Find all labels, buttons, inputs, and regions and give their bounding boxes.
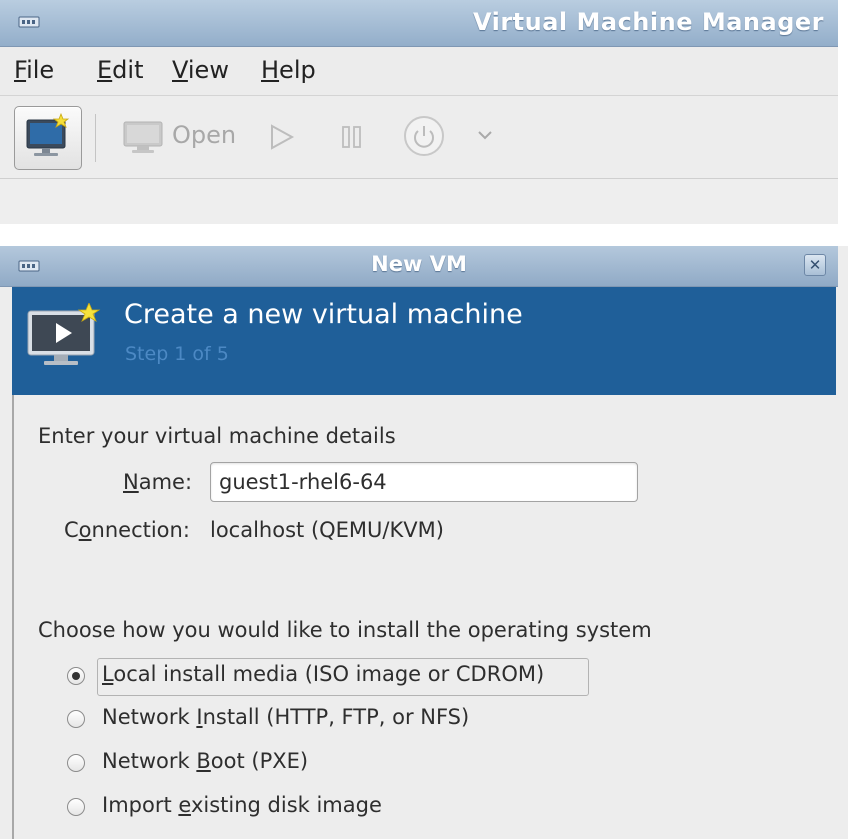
radio-network-install[interactable] [67, 710, 85, 728]
connection-label: Connection: [64, 518, 190, 542]
new-vm-icon [26, 112, 70, 156]
menubar: File Edit View Help [0, 47, 838, 96]
option-import-existing-disk[interactable]: Import existing disk image [102, 793, 382, 817]
radio-local-install-media[interactable] [67, 667, 85, 685]
toolbar-separator [95, 114, 96, 162]
menu-help[interactable]: Help [261, 56, 316, 84]
main-window-title: Virtual Machine Manager [472, 8, 824, 36]
menu-edit[interactable]: Edit [97, 56, 143, 84]
option-network-install[interactable]: Network Install (HTTP, FTP, or NFS) [102, 705, 469, 729]
connection-value: localhost (QEMU/KVM) [210, 518, 444, 542]
vm-name-input[interactable] [210, 462, 638, 502]
radio-network-boot[interactable] [67, 754, 85, 772]
new-vm-button[interactable] [14, 106, 82, 170]
wizard-header-banner: Create a new virtual machine Step 1 of 5 [12, 287, 836, 395]
main-window-status-area [0, 179, 838, 224]
dialog-title: New VM [371, 252, 467, 276]
wizard-header-title: Create a new virtual machine [124, 299, 523, 330]
option-network-boot[interactable]: Network Boot (PXE) [102, 749, 308, 773]
close-icon[interactable]: ✕ [804, 254, 826, 276]
radio-selected-dot [72, 672, 80, 680]
main-titlebar[interactable]: Virtual Machine Manager [0, 0, 838, 47]
menu-file[interactable]: File [14, 56, 54, 84]
details-heading: Enter your virtual machine details [38, 424, 396, 448]
new-vm-banner-icon [26, 301, 104, 385]
shutdown-dropdown-chevron-icon[interactable] [476, 127, 494, 146]
open-button[interactable]: Open [172, 121, 236, 149]
option-local-install-media[interactable]: Local install media (ISO image or CDROM) [102, 662, 544, 686]
wizard-step-indicator: Step 1 of 5 [125, 343, 229, 365]
install-method-heading: Choose how you would like to install the… [38, 618, 652, 642]
window-menu-icon[interactable] [18, 14, 40, 33]
run-icon[interactable] [268, 124, 296, 154]
dialog-titlebar[interactable]: New VM ✕ [0, 246, 838, 287]
menu-view[interactable]: View [172, 56, 229, 84]
shutdown-icon[interactable] [402, 114, 446, 162]
pause-icon[interactable] [341, 125, 363, 153]
name-label: Name: [123, 470, 193, 494]
open-monitor-icon [122, 118, 164, 160]
radio-import-existing-disk[interactable] [67, 798, 85, 816]
